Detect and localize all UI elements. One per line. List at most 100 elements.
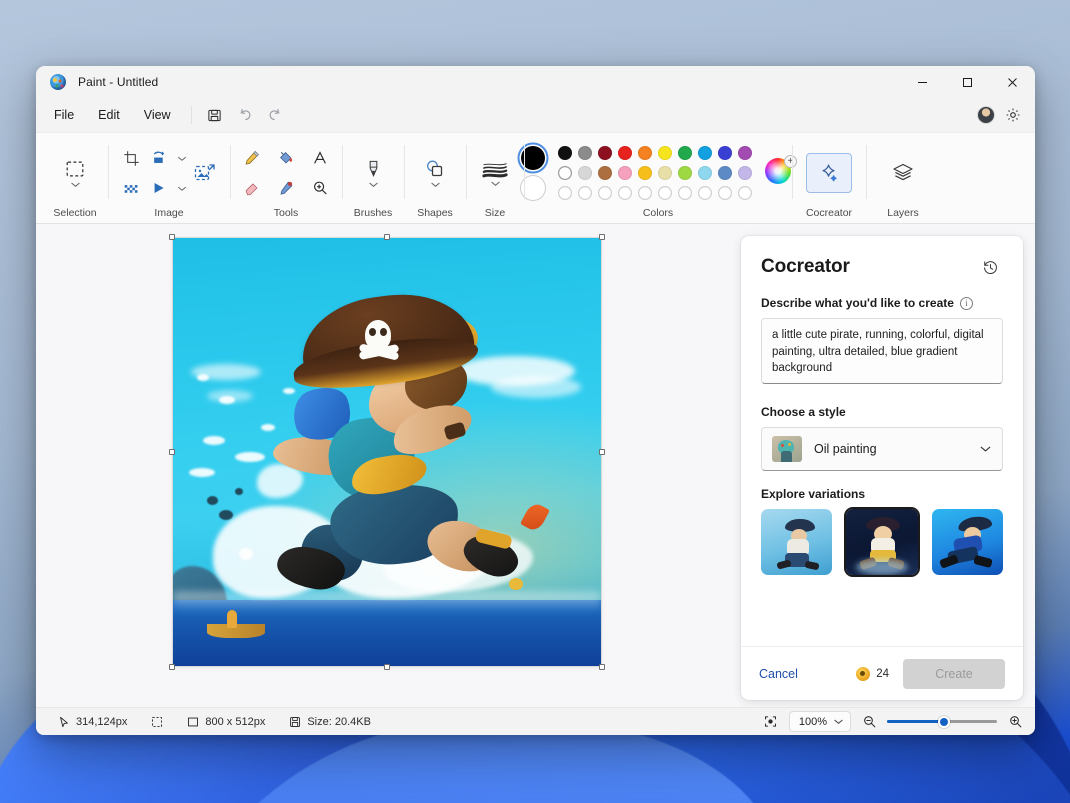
style-dropdown[interactable]: Oil painting [761, 427, 1003, 471]
palette-swatch-r1-2[interactable] [578, 146, 592, 160]
rotate-icon[interactable] [143, 142, 177, 174]
floppy-disk-icon[interactable] [200, 102, 230, 128]
selection-handle-nw[interactable] [169, 234, 175, 240]
menu-file[interactable]: File [42, 104, 86, 127]
palette-swatch-r2-4[interactable] [618, 166, 632, 180]
palette-swatch-r2-5[interactable] [638, 166, 652, 180]
create-button[interactable]: Create [903, 659, 1005, 689]
magnifier-icon[interactable] [303, 172, 337, 204]
tools-group-label: Tools [274, 208, 299, 224]
selection-handle-s[interactable] [384, 664, 390, 670]
palette-swatch-r1-8[interactable] [698, 146, 712, 160]
title-bar[interactable]: Paint - Untitled [36, 66, 1035, 98]
cocreator-body: Cocreator Describe what you'd like to cr… [741, 236, 1023, 646]
cocreator-panel: Cocreator Describe what you'd like to cr… [741, 236, 1023, 700]
palette-swatch-r1-10[interactable] [738, 146, 752, 160]
palette-swatch-r2-3[interactable] [598, 166, 612, 180]
history-clock-icon[interactable] [977, 254, 1003, 280]
selection-tool-button[interactable] [52, 155, 98, 191]
fit-to-window-icon[interactable] [761, 712, 781, 732]
cocreator-button[interactable] [806, 153, 852, 193]
palette-swatch-r1-9[interactable] [718, 146, 732, 160]
variation-1[interactable] [761, 509, 832, 575]
selection-handle-ne[interactable] [599, 234, 605, 240]
image-group-label: Image [154, 208, 183, 224]
zoom-out-icon[interactable] [859, 712, 879, 732]
minimize-icon[interactable] [900, 66, 945, 98]
palette-swatch-empty-4[interactable] [618, 186, 632, 200]
zoom-slider[interactable] [887, 715, 997, 729]
zoom-slider-knob[interactable] [938, 716, 950, 728]
text-tool-icon[interactable] [303, 142, 337, 174]
rotate-button[interactable] [143, 142, 187, 174]
redo-arrow-icon[interactable] [260, 102, 290, 128]
palette-swatch-empty-8[interactable] [698, 186, 712, 200]
undo-arrow-icon[interactable] [230, 102, 260, 128]
palette-swatch-empty-2[interactable] [578, 186, 592, 200]
cocreator-header: Cocreator [761, 254, 1003, 280]
palette-swatch-empty-6[interactable] [658, 186, 672, 200]
prompt-input[interactable] [761, 318, 1003, 384]
palette-swatch-r2-6[interactable] [658, 166, 672, 180]
menu-view[interactable]: View [132, 104, 183, 127]
prompt-label-row: Describe what you'd like to create i [761, 296, 1003, 310]
selection-handle-sw[interactable] [169, 664, 175, 670]
palette-swatch-empty-3[interactable] [598, 186, 612, 200]
eyedropper-icon[interactable] [269, 172, 303, 204]
palette-swatch-r2-9[interactable] [718, 166, 732, 180]
palette-swatch-r2-8[interactable] [698, 166, 712, 180]
selection-handle-se[interactable] [599, 664, 605, 670]
size-button[interactable] [472, 156, 518, 190]
palette-swatch-r1-6[interactable] [658, 146, 672, 160]
palette-swatch-empty-10[interactable] [738, 186, 752, 200]
selection-handle-e[interactable] [599, 449, 605, 455]
palette-swatch-r1-4[interactable] [618, 146, 632, 160]
secondary-color-swatch[interactable] [521, 176, 545, 200]
palette-swatch-empty-5[interactable] [638, 186, 652, 200]
gear-icon[interactable] [999, 101, 1027, 129]
palette-swatch-r1-3[interactable] [598, 146, 612, 160]
palette-swatch-empty-9[interactable] [718, 186, 732, 200]
layers-button[interactable] [880, 153, 926, 193]
statusbar-right: 100% [761, 711, 1025, 732]
paint-canvas[interactable] [173, 238, 601, 666]
selection-handle-n[interactable] [384, 234, 390, 240]
style-label: Choose a style [761, 405, 1003, 419]
selection-handle-w[interactable] [169, 449, 175, 455]
resize-image-icon[interactable] [186, 154, 224, 192]
pencil-icon[interactable] [235, 142, 269, 174]
zoom-level-value: 100% [799, 716, 827, 728]
menu-divider [191, 106, 192, 124]
palette-swatch-r2-1[interactable] [558, 166, 572, 180]
palette-swatch-r1-5[interactable] [638, 146, 652, 160]
credits-count: 24 [876, 668, 889, 680]
eraser-icon[interactable] [235, 172, 269, 204]
palette-swatch-r2-7[interactable] [678, 166, 692, 180]
tools-group: Tools [230, 137, 342, 223]
variations-list [761, 509, 1003, 575]
palette-swatch-r1-7[interactable] [678, 146, 692, 160]
palette-swatch-r2-10[interactable] [738, 166, 752, 180]
cancel-button[interactable]: Cancel [759, 667, 798, 681]
shapes-button[interactable] [412, 155, 458, 191]
fill-bucket-icon[interactable] [269, 142, 303, 174]
flip-button[interactable] [143, 172, 187, 204]
user-avatar[interactable] [977, 106, 995, 124]
maximize-icon[interactable] [945, 66, 990, 98]
palette-swatch-r1-1[interactable] [558, 146, 572, 160]
zoom-level-dropdown[interactable]: 100% [789, 711, 851, 732]
zoom-in-icon[interactable] [1005, 712, 1025, 732]
color-wheel-icon[interactable]: + [765, 158, 795, 188]
color-palette [555, 143, 755, 203]
palette-swatch-r2-2[interactable] [578, 166, 592, 180]
info-circle-icon[interactable]: i [960, 297, 973, 310]
variation-3[interactable] [932, 509, 1003, 575]
palette-swatch-empty-1[interactable] [558, 186, 572, 200]
brushes-button[interactable] [350, 156, 396, 191]
variation-2[interactable] [846, 509, 917, 575]
menu-edit[interactable]: Edit [86, 104, 132, 127]
close-icon[interactable] [990, 66, 1035, 98]
flip-icon[interactable] [143, 172, 177, 204]
palette-swatch-empty-7[interactable] [678, 186, 692, 200]
primary-color-swatch[interactable] [521, 146, 545, 170]
